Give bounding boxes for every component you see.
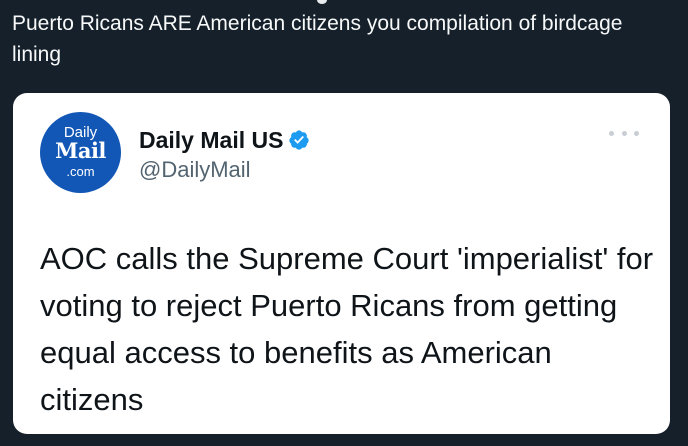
post-caption: Puerto Ricans ARE American citizens you … bbox=[12, 12, 623, 66]
tweet-text: AOC calls the Supreme Court 'imperialist… bbox=[40, 241, 654, 417]
media-indicator-dot bbox=[317, 0, 327, 4]
verified-badge-icon bbox=[289, 130, 310, 150]
avatar[interactable]: Daily Mail .com bbox=[40, 112, 121, 193]
quoted-tweet-card[interactable]: Daily Mail .com Daily Mail US @DailyMail… bbox=[13, 93, 670, 434]
more-dot bbox=[634, 130, 639, 136]
avatar-logo-line3: .com bbox=[66, 164, 95, 179]
author-handle[interactable]: @DailyMail bbox=[139, 156, 251, 184]
author-name-row: Daily Mail US bbox=[139, 126, 310, 154]
more-options-icon[interactable] bbox=[609, 125, 639, 141]
author-display-name[interactable]: Daily Mail US bbox=[139, 126, 283, 154]
avatar-logo-line2: Mail bbox=[55, 138, 106, 163]
more-dot bbox=[609, 130, 614, 136]
more-dot bbox=[621, 130, 627, 136]
